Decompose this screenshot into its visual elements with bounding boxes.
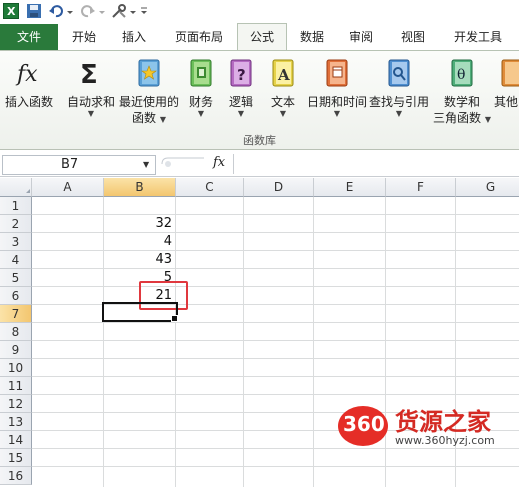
row-header[interactable]: 5 xyxy=(0,269,32,287)
datetime-dropdown-icon: ▼ xyxy=(333,109,341,118)
tools-dropdown-icon[interactable] xyxy=(129,3,137,19)
tab-formulas[interactable]: 公式 xyxy=(237,23,287,51)
save-icon[interactable] xyxy=(26,3,42,19)
formula-input[interactable] xyxy=(233,154,519,174)
row-header[interactable]: 7 xyxy=(0,305,32,323)
tab-developer[interactable]: 开发工具 xyxy=(445,24,511,50)
cell-b2[interactable]: 32 xyxy=(104,216,172,231)
redo-icon xyxy=(80,3,96,19)
svg-text:?: ? xyxy=(237,66,246,84)
row-header[interactable]: 1 xyxy=(0,197,32,215)
sigma-icon: Σ xyxy=(77,58,105,90)
svg-text:θ: θ xyxy=(457,67,465,83)
row-header[interactable]: 10 xyxy=(0,359,32,377)
row-header[interactable]: 16 xyxy=(0,467,32,485)
svg-text:Σ: Σ xyxy=(80,60,98,88)
row-header[interactable]: 4 xyxy=(0,251,32,269)
column-header[interactable]: C xyxy=(176,178,244,197)
svg-text:A: A xyxy=(277,66,290,84)
row-header[interactable]: 9 xyxy=(0,341,32,359)
name-box-dropdown-icon[interactable]: ▼ xyxy=(143,160,149,169)
select-all-corner[interactable] xyxy=(0,178,32,197)
tab-home[interactable]: 开始 xyxy=(60,24,108,50)
cell-b4[interactable]: 43 xyxy=(104,252,172,267)
row-header[interactable]: 11 xyxy=(0,377,32,395)
fx-icon: fx xyxy=(15,58,43,88)
svg-text:fx: fx xyxy=(15,62,38,87)
function-library-group-label: 函数库 xyxy=(243,134,276,147)
watermark: 360 货源之家 www.360hyzj.com xyxy=(337,404,519,448)
tab-insert[interactable]: 插入 xyxy=(110,24,158,50)
lookup-book-icon xyxy=(385,58,413,88)
column-header[interactable]: A xyxy=(32,178,104,197)
column-header[interactable]: E xyxy=(314,178,386,197)
svg-text:X: X xyxy=(7,5,16,18)
autosum-dropdown-icon: ▼ xyxy=(87,109,95,118)
tab-data[interactable]: 数据 xyxy=(291,24,333,50)
redo-dropdown-icon xyxy=(98,3,106,19)
text-dropdown-icon: ▼ xyxy=(279,109,287,118)
lookup-dropdown-icon: ▼ xyxy=(395,109,403,118)
row-header[interactable]: 2 xyxy=(0,215,32,233)
column-header[interactable]: D xyxy=(244,178,314,197)
ribbon-tabs: 文件 开始 插入 页面布局 公式 数据 审阅 视图 开发工具 xyxy=(0,23,519,51)
column-header[interactable]: F xyxy=(386,178,456,197)
watermark-logo-icon: 360 xyxy=(337,404,389,448)
recent-dropdown-icon: ▼ xyxy=(159,115,166,124)
row-header[interactable]: 13 xyxy=(0,413,32,431)
quick-access-toolbar: X xyxy=(0,0,519,25)
logical-book-icon: ? xyxy=(227,58,255,88)
financial-dropdown-icon: ▼ xyxy=(197,109,205,118)
active-cell-b7[interactable] xyxy=(102,302,178,322)
tools-icon[interactable] xyxy=(111,3,127,19)
logical-dropdown-icon: ▼ xyxy=(237,109,245,118)
formula-bar: B7 ▼ fx xyxy=(0,154,519,177)
column-header[interactable]: B xyxy=(104,178,176,197)
row-header[interactable]: 8 xyxy=(0,323,32,341)
text-book-icon: A xyxy=(269,58,297,88)
row-header[interactable]: 3 xyxy=(0,233,32,251)
tab-file[interactable]: 文件 xyxy=(0,24,58,50)
tab-page-layout[interactable]: 页面布局 xyxy=(166,24,232,50)
fill-handle[interactable] xyxy=(171,315,178,322)
name-box[interactable]: B7 ▼ xyxy=(2,155,156,175)
row-header[interactable]: 14 xyxy=(0,431,32,449)
more-book-icon xyxy=(498,58,519,88)
math-book-icon: θ xyxy=(448,58,476,88)
cell-b3[interactable]: 4 xyxy=(104,234,172,249)
column-header[interactable]: G xyxy=(456,178,519,197)
undo-icon[interactable] xyxy=(48,3,64,19)
excel-logo-icon: X xyxy=(3,3,19,19)
row-header[interactable]: 15 xyxy=(0,449,32,467)
math-dropdown-icon: ▼ xyxy=(484,115,491,124)
undo-dropdown-icon[interactable] xyxy=(66,3,74,19)
datetime-book-icon xyxy=(323,58,351,88)
customize-qat-icon[interactable] xyxy=(139,3,149,19)
financial-book-icon xyxy=(187,58,215,88)
watermark-brand: 货源之家 xyxy=(395,408,491,436)
row-header[interactable]: 12 xyxy=(0,395,32,413)
tab-review[interactable]: 审阅 xyxy=(340,24,382,50)
insert-function-fx-icon[interactable]: fx xyxy=(213,155,225,170)
tab-view[interactable]: 视图 xyxy=(392,24,434,50)
name-box-value: B7 xyxy=(61,157,79,172)
row-header[interactable]: 6 xyxy=(0,287,32,305)
formula-bar-handle-icon[interactable] xyxy=(160,157,210,171)
star-book-icon xyxy=(135,58,163,88)
watermark-url: www.360hyzj.com xyxy=(395,434,495,447)
